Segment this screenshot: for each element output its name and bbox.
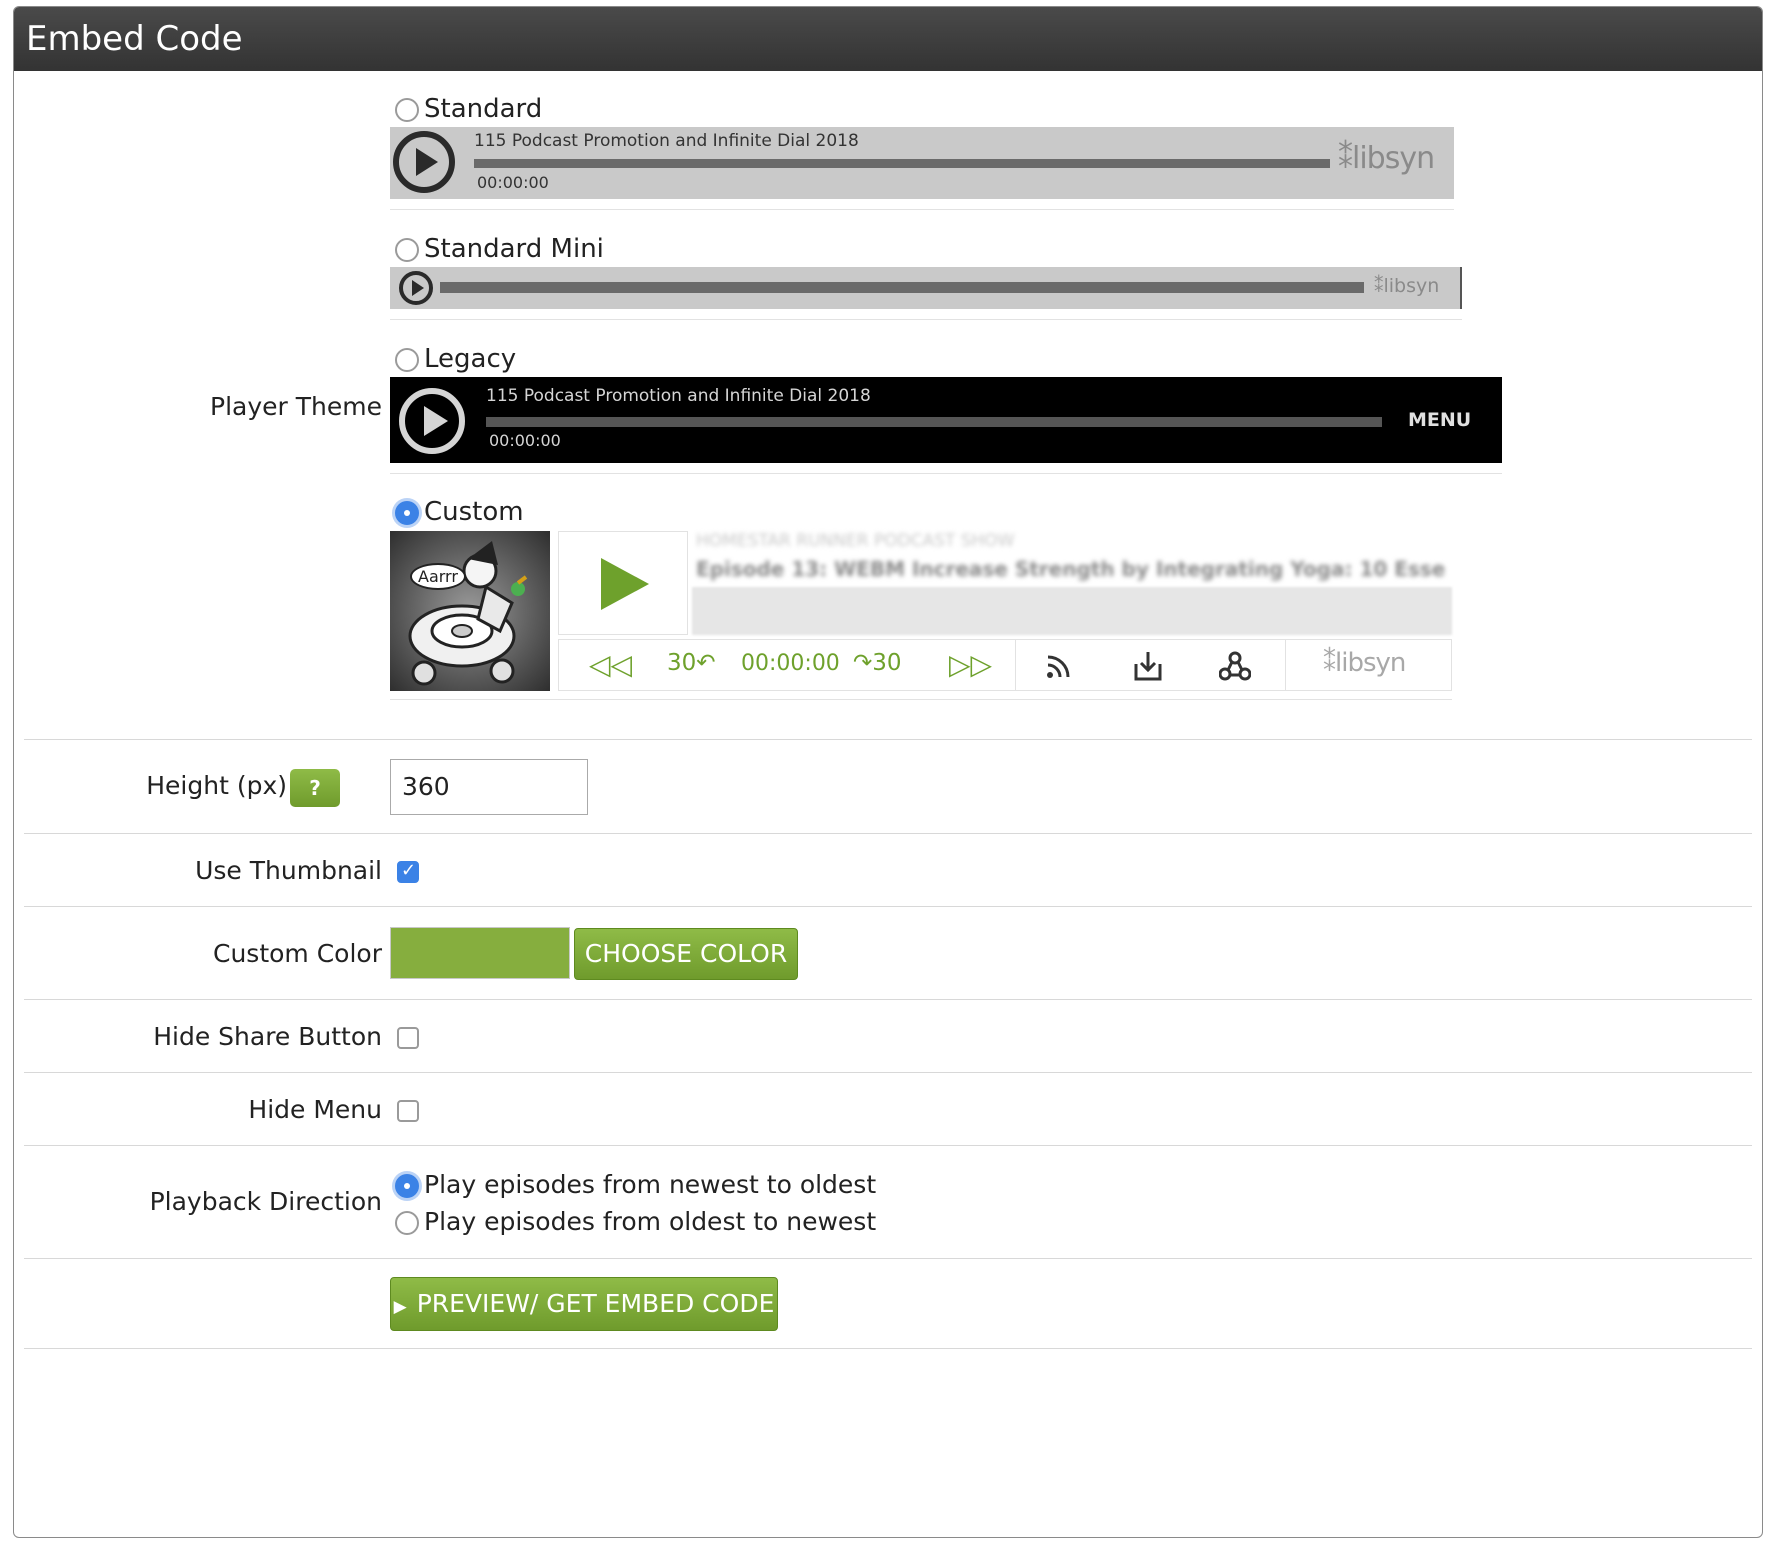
- divider: [1015, 640, 1016, 690]
- row-separator: [24, 739, 1752, 740]
- legacy-menu-button[interactable]: MENU: [1408, 409, 1471, 431]
- custom-play-button[interactable]: [558, 531, 688, 635]
- row-separator: [24, 1145, 1752, 1146]
- preview-button-label: PREVIEW/ GET EMBED CODE: [416, 1289, 775, 1318]
- custom-time: 00:00:00: [741, 651, 840, 676]
- legacy-episode-title: 115 Podcast Promotion and Infinite Dial …: [486, 386, 871, 406]
- legacy-progress-bar[interactable]: [486, 417, 1382, 427]
- use-thumbnail-label: Use Thumbnail: [195, 856, 382, 885]
- height-label: Height (px): [146, 771, 287, 800]
- rewind-icon[interactable]: ◁◁: [589, 648, 632, 681]
- standard-episode-title: 115 Podcast Promotion and Infinite Dial …: [474, 131, 859, 151]
- thumbnail-illustration: [408, 541, 528, 686]
- standard-player-preview: 115 Podcast Promotion and Infinite Dial …: [390, 127, 1454, 199]
- height-input[interactable]: 360: [390, 759, 588, 815]
- radio-custom[interactable]: [395, 501, 419, 525]
- radio-oldest-to-newest-label[interactable]: Play episodes from oldest to newest: [424, 1207, 876, 1236]
- standard-mini-player-preview: ⁑libsyn: [390, 267, 1462, 309]
- skip-back-30-button[interactable]: 30↶: [667, 650, 716, 676]
- choose-color-button[interactable]: CHOOSE COLOR: [574, 928, 798, 980]
- custom-color-label: Custom Color: [213, 939, 382, 968]
- libsyn-logo: ⁑libsyn: [1338, 141, 1435, 176]
- custom-controls-row: ◁◁ 30↶ 00:00:00 ↷30 ▷▷ ⁑libsyn: [558, 639, 1452, 691]
- radio-legacy-label[interactable]: Legacy: [424, 344, 516, 374]
- custom-player-preview: Aarrr HOMESTAR RUNNER PODCAST SHOW Episo…: [390, 531, 1452, 691]
- hide-menu-label: Hide Menu: [248, 1095, 382, 1124]
- row-separator: [24, 833, 1752, 834]
- radio-standard[interactable]: [395, 98, 419, 122]
- custom-show-title: HOMESTAR RUNNER PODCAST SHOW: [696, 531, 1015, 551]
- divider: [390, 319, 1462, 320]
- divider: [390, 699, 1452, 700]
- custom-waveform-area[interactable]: [692, 587, 1452, 635]
- rss-icon[interactable]: [1045, 652, 1073, 684]
- row-separator: [24, 1348, 1752, 1349]
- preview-get-embed-code-button[interactable]: ▶ PREVIEW/ GET EMBED CODE: [390, 1277, 778, 1331]
- row-separator: [24, 1258, 1752, 1259]
- hide-share-checkbox[interactable]: [397, 1027, 419, 1049]
- standard-time: 00:00:00: [477, 173, 549, 192]
- playback-direction-label: Playback Direction: [149, 1187, 382, 1216]
- podcast-thumbnail: Aarrr: [390, 531, 550, 691]
- radio-oldest-to-newest[interactable]: [395, 1211, 419, 1235]
- mini-progress-bar[interactable]: [440, 282, 1364, 293]
- embed-code-panel: Embed Code Player Theme Standard 115 Pod…: [13, 6, 1763, 1538]
- libsyn-logo: ⁑libsyn: [1374, 275, 1440, 297]
- skip-forward-30-button[interactable]: ↷30: [853, 650, 902, 676]
- radio-standard-label[interactable]: Standard: [424, 94, 542, 124]
- fast-forward-icon[interactable]: ▷▷: [949, 648, 992, 681]
- play-icon: [393, 131, 455, 193]
- radio-standard-mini-label[interactable]: Standard Mini: [424, 234, 604, 264]
- hide-menu-checkbox[interactable]: [397, 1100, 419, 1122]
- radio-standard-mini[interactable]: [395, 238, 419, 262]
- play-icon: [399, 271, 433, 305]
- radio-newest-to-oldest[interactable]: [395, 1174, 419, 1198]
- divider: [390, 209, 1454, 210]
- legacy-time: 00:00:00: [489, 431, 561, 450]
- libsyn-logo: ⁑libsyn: [1323, 648, 1406, 678]
- row-separator: [24, 1072, 1752, 1073]
- play-icon: [399, 388, 465, 454]
- use-thumbnail-checkbox[interactable]: [397, 860, 419, 883]
- player-theme-label: Player Theme: [210, 392, 382, 421]
- standard-progress-bar[interactable]: [474, 159, 1330, 168]
- divider: [390, 473, 1502, 474]
- play-icon: ▶: [393, 1297, 407, 1317]
- play-icon: [601, 558, 649, 610]
- custom-color-swatch[interactable]: [390, 927, 570, 979]
- thumbnail-speech-bubble: Aarrr: [410, 563, 466, 590]
- divider: [1285, 640, 1286, 690]
- share-icon[interactable]: [1218, 650, 1252, 686]
- radio-legacy[interactable]: [395, 348, 419, 372]
- row-separator: [24, 906, 1752, 907]
- panel-title: Embed Code: [14, 7, 1762, 71]
- height-help-button[interactable]: ?: [290, 769, 340, 807]
- radio-custom-label[interactable]: Custom: [424, 497, 524, 527]
- legacy-player-preview: 115 Podcast Promotion and Infinite Dial …: [390, 377, 1502, 463]
- radio-newest-to-oldest-label[interactable]: Play episodes from newest to oldest: [424, 1170, 876, 1199]
- download-icon[interactable]: [1133, 650, 1163, 686]
- hide-share-label: Hide Share Button: [153, 1022, 382, 1051]
- row-separator: [24, 999, 1752, 1000]
- custom-episode-title: Episode 13: WEBM Increase Strength by In…: [696, 557, 1446, 581]
